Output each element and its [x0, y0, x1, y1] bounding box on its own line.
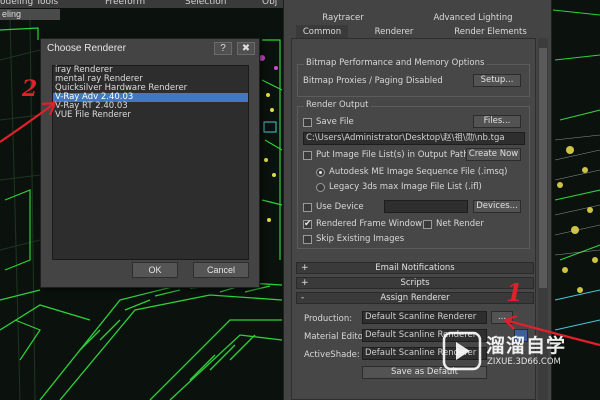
rollout-email-notifications[interactable]: + Email Notifications [296, 262, 534, 274]
rollout-label: Assign Renderer [380, 293, 450, 303]
bitmap-performance-title: Bitmap Performance and Memory Options [304, 58, 487, 68]
create-now-button[interactable]: Create Now [466, 148, 521, 161]
tab-renderer[interactable]: Renderer [368, 25, 420, 39]
net-render-checkbox[interactable] [423, 220, 432, 229]
ribbon-tab-selection[interactable]: Selection [185, 0, 226, 8]
output-path-field[interactable]: C:\Users\Administrator\Desktop\赵\祖\勋\nb.… [303, 132, 525, 145]
scrollbar-thumb[interactable] [539, 48, 547, 288]
expand-icon: + [301, 263, 309, 273]
material-editor-label: Material Editor: [304, 332, 370, 342]
use-device-checkbox[interactable] [303, 203, 312, 212]
close-button[interactable]: ✖ [237, 42, 255, 55]
ribbon-tab-object[interactable]: Obj [262, 0, 277, 8]
tab-render-elements[interactable]: Render Elements [448, 25, 533, 39]
activeshade-label: ActiveShade: [304, 350, 360, 360]
production-label: Production: [304, 314, 353, 324]
net-render-label: Net Render [436, 219, 484, 229]
annotation-number-2: 2 [22, 76, 38, 102]
ok-button[interactable]: OK [132, 262, 178, 278]
tab-advanced-lighting[interactable]: Advanced Lighting [428, 11, 518, 25]
choose-renderer-dialog: Choose Renderer ? ✖ iray Renderer mental… [40, 38, 260, 288]
tab-row-lower: Common Renderer Render Elements [288, 25, 548, 39]
rollout-assign-renderer[interactable]: - Assign Renderer [296, 292, 534, 304]
production-browse-button[interactable]: ... [491, 311, 513, 324]
put-image-list-checkbox[interactable] [303, 151, 312, 160]
bitmap-performance-group: Bitmap Performance and Memory Options Bi… [297, 58, 530, 97]
ribbon-tab-freeform[interactable]: Freeform [105, 0, 145, 8]
bitmap-proxies-status: Bitmap Proxies / Paging Disabled [303, 76, 443, 86]
help-button[interactable]: ? [214, 42, 232, 55]
renderer-option-vue[interactable]: VUE File Renderer [53, 111, 248, 120]
legacy-ifl-label: Legacy 3ds max Image File List (.ifl) [329, 182, 482, 192]
save-file-checkbox[interactable] [303, 118, 312, 127]
rollout-label: Email Notifications [375, 263, 455, 273]
skip-existing-checkbox[interactable] [303, 235, 312, 244]
rollout-scripts[interactable]: + Scripts [296, 277, 534, 289]
put-image-list-label: Put Image File List(s) in Output Path(s) [316, 150, 480, 160]
devices-button[interactable]: Devices... [473, 200, 521, 213]
rendered-frame-window-label: Rendered Frame Window [316, 219, 423, 229]
legacy-ifl-radio[interactable] [316, 183, 325, 192]
ribbon-tab-modeling-tools[interactable]: odeling Tools [0, 0, 58, 8]
device-field[interactable] [384, 200, 468, 213]
collapse-icon: - [301, 293, 305, 303]
cancel-button[interactable]: Cancel [193, 262, 249, 278]
expand-icon: + [301, 278, 309, 288]
tab-raytracer[interactable]: Raytracer [308, 11, 378, 25]
skip-existing-label: Skip Existing Images [316, 234, 405, 244]
tab-row-upper: Raytracer Advanced Lighting [288, 11, 548, 25]
annotation-number-1: 1 [506, 278, 523, 307]
tab-common[interactable]: Common [296, 25, 348, 39]
autodesk-imsq-label: Autodesk ME Image Sequence File (.imsq) [329, 167, 508, 177]
watermark: 溜溜自学 ZIXUE.3D66.COM [440, 325, 590, 380]
save-file-label: Save File [316, 117, 354, 127]
watermark-logo-icon [442, 331, 482, 371]
watermark-title: 溜溜自学 [486, 335, 567, 357]
watermark-url: ZIXUE.3D66.COM [487, 357, 561, 367]
render-output-title: Render Output [304, 100, 371, 110]
rendered-frame-window-checkbox[interactable] [303, 218, 312, 229]
autodesk-imsq-radio[interactable] [316, 168, 325, 177]
use-device-label: Use Device [316, 202, 364, 212]
setup-button[interactable]: Setup... [473, 74, 521, 87]
files-button[interactable]: Files... [473, 115, 521, 128]
rollout-label: Scripts [400, 278, 430, 288]
production-renderer-field: Default Scanline Renderer [362, 311, 487, 324]
ribbon-subtab-modeling[interactable]: eling [0, 9, 60, 20]
renderer-list[interactable]: iray Renderer mental ray Renderer Quicks… [52, 65, 249, 260]
ribbon-bar: odeling Tools Freeform Selection Obj [0, 0, 290, 8]
render-output-group: Render Output Save File Files... C:\User… [297, 100, 530, 249]
